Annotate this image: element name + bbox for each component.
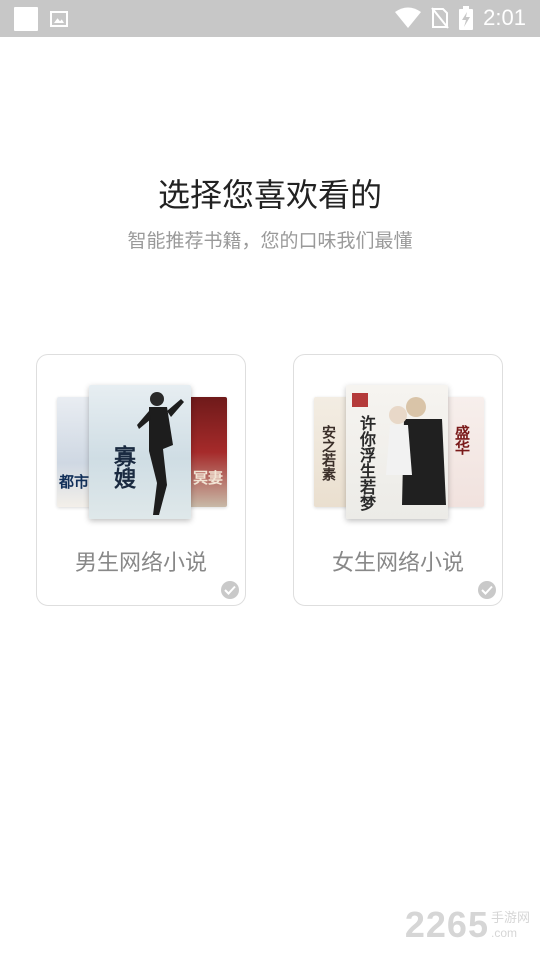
- card-label: 女生网络小说: [331, 551, 464, 576]
- clock: 2:01: [483, 5, 526, 30]
- status-bar: 2:01: [0, 0, 540, 37]
- notification-square-icon: [14, 7, 38, 31]
- image-notification-icon: [50, 11, 68, 27]
- card-label: 男生网络小说: [74, 551, 207, 576]
- unchecked-icon[interactable]: [478, 581, 496, 599]
- no-sim-icon: [431, 7, 449, 29]
- page-subtitle: 智能推荐书籍，您的口味我们最懂: [127, 230, 413, 252]
- male-novels-card[interactable]: 都市 冥妻 寡嫂 男生网络小说: [36, 354, 246, 606]
- book-cover: 冥妻: [189, 397, 227, 507]
- page-title: 选择您喜欢看的: [157, 176, 382, 214]
- wifi-icon: [395, 7, 422, 28]
- featured-book-cover: 寡嫂: [89, 385, 191, 519]
- female-novels-card[interactable]: 安之若素 盛华 许你浮生若梦 女生网络小说: [293, 354, 503, 606]
- cover-figure-illustration: [137, 392, 184, 515]
- featured-book-cover: 许你浮生若梦: [346, 385, 448, 519]
- site-watermark: 2265 手游网 .com: [404, 904, 530, 945]
- unchecked-icon[interactable]: [221, 581, 239, 599]
- book-cover: 盛华: [446, 397, 484, 507]
- battery-charging-icon: [459, 6, 474, 30]
